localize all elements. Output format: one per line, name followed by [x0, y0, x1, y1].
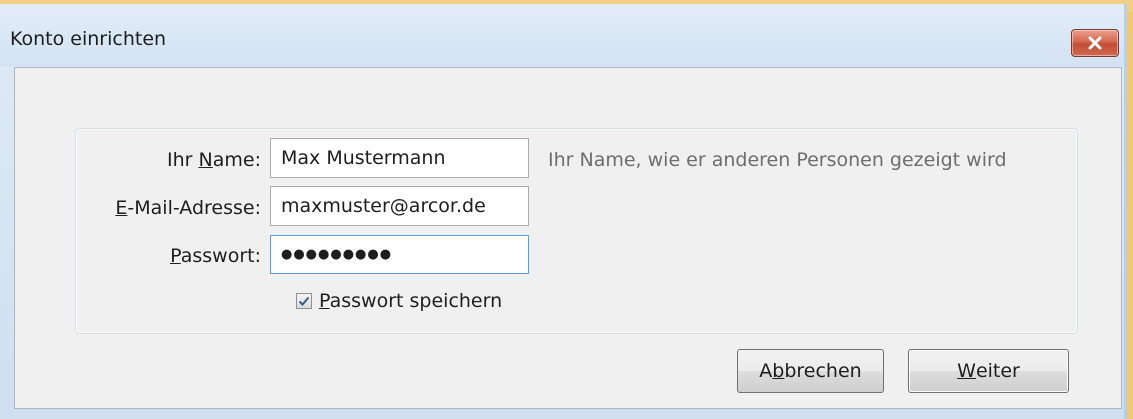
name-field-value: Max Mustermann	[281, 147, 446, 169]
password-field[interactable]: ●●●●●●●●●	[270, 235, 529, 274]
password-field-value: ●●●●●●●●●	[281, 247, 393, 262]
password-label: Passwort:	[170, 245, 261, 267]
close-button[interactable]	[1071, 29, 1119, 57]
name-label: Ihr Name:	[167, 149, 261, 171]
close-x-icon	[1088, 36, 1102, 50]
dialog-client-area: Ihr Name: Max Mustermann Ihr Name, wie e…	[14, 67, 1122, 409]
cancel-button[interactable]: Ab brechen	[737, 349, 884, 393]
email-field-value: maxmuster@arcor.de	[281, 195, 486, 217]
remember-password-checkbox[interactable]	[296, 293, 312, 309]
email-field[interactable]: maxmuster@arcor.de	[270, 186, 529, 226]
title-bar[interactable]: Konto einrichten	[0, 4, 1124, 66]
name-field[interactable]: Max Mustermann	[270, 138, 529, 178]
email-label: E-Mail-Adresse:	[115, 197, 261, 219]
checkmark-icon	[298, 296, 310, 306]
next-button[interactable]: Weiter	[908, 349, 1069, 393]
account-form-group: Ihr Name: Max Mustermann Ihr Name, wie e…	[75, 128, 1078, 334]
dialog-window: Konto einrichten Ihr Name: Max Musterman…	[0, 4, 1127, 419]
remember-password-label[interactable]: Passwort speichern	[319, 290, 502, 312]
window-title: Konto einrichten	[10, 28, 167, 50]
name-hint: Ihr Name, wie er anderen Personen gezeig…	[548, 149, 1007, 171]
